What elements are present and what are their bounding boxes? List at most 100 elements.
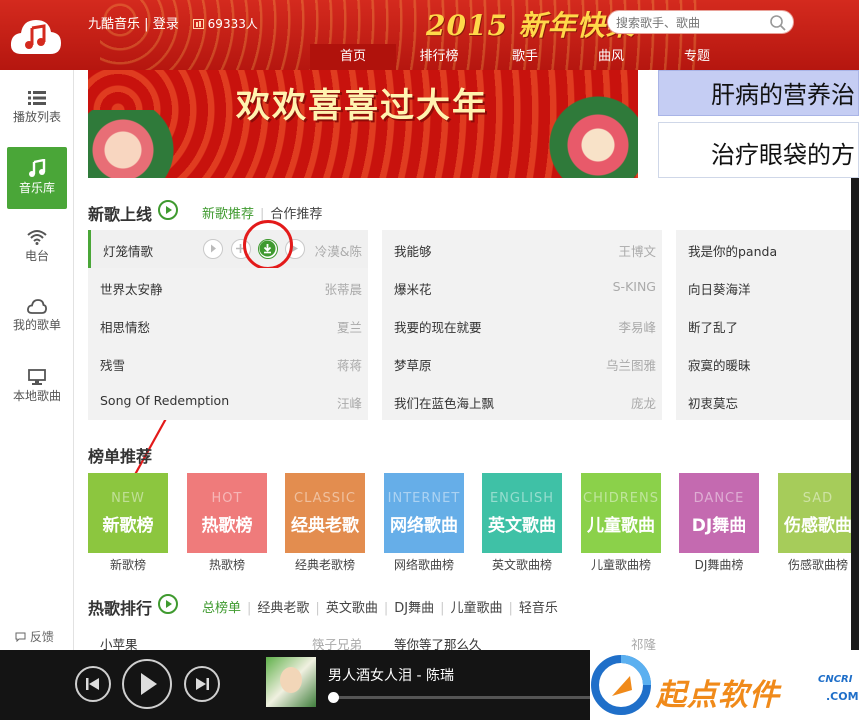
play-button[interactable] (122, 659, 172, 709)
song-row[interactable]: 我是你的panda (676, 230, 851, 268)
chart-tile-label[interactable]: 热歌榜 (182, 556, 272, 573)
song-name[interactable]: 我是你的panda (688, 241, 777, 260)
song-row[interactable]: 爆米花 S-KING (382, 268, 662, 306)
watermark-text: 起点软件 (656, 678, 780, 713)
song-artist[interactable]: 张蒂晨 (324, 279, 362, 298)
sidebar-item-music-library[interactable]: 音乐库 (7, 147, 67, 209)
nav-singers[interactable]: 歌手 (482, 44, 568, 70)
song-artist[interactable]: 乌兰图雅 (606, 355, 656, 374)
search-icon[interactable] (769, 14, 787, 32)
song-name[interactable]: 残雪 (100, 355, 125, 374)
song-artist[interactable]: 筷子兄弟 (312, 634, 362, 650)
song-row[interactable]: 断了乱了 (676, 306, 851, 344)
song-name[interactable]: 小苹果 (100, 634, 138, 650)
song-name[interactable]: 灯笼情歌 (103, 241, 153, 260)
song-name[interactable]: Song Of Redemption (100, 393, 229, 408)
chart-tile[interactable]: CLASSIC 经典老歌 (285, 473, 365, 553)
feedback-link[interactable]: 反馈 (15, 628, 54, 645)
play-all-icon[interactable] (158, 200, 178, 220)
song-name[interactable]: 相思情愁 (100, 317, 150, 336)
progress-handle[interactable] (328, 692, 339, 703)
nav-charts[interactable]: 排行榜 (396, 44, 482, 70)
song-artist[interactable]: 李易峰 (618, 317, 656, 336)
song-row[interactable]: 我要的现在就要 李易峰 (382, 306, 662, 344)
song-row[interactable]: 我们在蓝色海上飘 庞龙 (382, 382, 662, 420)
song-row[interactable]: 向日葵海洋 (676, 268, 851, 306)
nav-home[interactable]: 首页 (310, 44, 396, 70)
song-artist[interactable]: 祁隆 (631, 634, 656, 650)
play-song-icon[interactable] (203, 239, 223, 259)
login-link[interactable]: 登录 (153, 17, 179, 32)
song-row[interactable]: 我能够 王博文 (382, 230, 662, 268)
song-row[interactable]: 灯笼情歌 冷漠&陈 (88, 230, 368, 268)
chart-tile-label[interactable]: DJ舞曲榜 (674, 556, 764, 573)
song-row[interactable]: 梦草原 乌兰图雅 (382, 344, 662, 382)
ad-banner[interactable]: 肝病的营养治 (658, 70, 859, 116)
song-name[interactable]: 断了乱了 (688, 317, 738, 336)
song-artist[interactable]: 汪峰 (337, 393, 362, 412)
chart-tile[interactable]: NEW 新歌榜 (88, 473, 168, 553)
ad-banner[interactable]: 治疗眼袋的方 (658, 122, 859, 178)
chart-tile[interactable]: INTERNET 网络歌曲 (384, 473, 464, 553)
album-cover[interactable] (266, 657, 316, 707)
chart-tile-label[interactable]: 儿童歌曲榜 (576, 556, 666, 573)
app-logo-icon[interactable] (10, 14, 62, 58)
chart-tile-label[interactable]: 网络歌曲榜 (379, 556, 469, 573)
song-name[interactable]: 世界太安静 (100, 279, 163, 298)
search-box[interactable] (607, 10, 794, 34)
chart-tile-label[interactable]: 英文歌曲榜 (477, 556, 567, 573)
chart-tile-cn: 英文歌曲 (488, 516, 556, 536)
tab-overall[interactable]: 总榜单 (202, 601, 241, 616)
chart-tile[interactable]: CHIDRENS 儿童歌曲 (581, 473, 661, 553)
progress-bar[interactable] (328, 692, 592, 703)
nav-genres[interactable]: 曲风 (568, 44, 654, 70)
song-name[interactable]: 我能够 (394, 241, 432, 260)
chart-tile-label[interactable]: 经典老歌榜 (280, 556, 370, 573)
song-artist[interactable]: 冷漠&陈 (315, 241, 362, 260)
tab-english[interactable]: 英文歌曲 (326, 601, 378, 616)
play-all-icon[interactable] (158, 594, 178, 614)
chart-tile[interactable]: ENGLISH 英文歌曲 (482, 473, 562, 553)
song-row[interactable]: Song Of Redemption 汪峰 (88, 382, 368, 420)
song-name[interactable]: 寂寞的暖昧 (688, 355, 751, 374)
song-name[interactable]: 等你等了那么久 (394, 634, 482, 650)
song-name[interactable]: 初衷莫忘 (688, 393, 738, 412)
song-name[interactable]: 爆米花 (394, 279, 432, 298)
song-artist[interactable]: 王博文 (618, 241, 656, 260)
previous-button[interactable] (75, 666, 111, 702)
nav-topics[interactable]: 专题 (654, 44, 740, 70)
next-button[interactable] (184, 666, 220, 702)
song-name[interactable]: 梦草原 (394, 355, 432, 374)
tab-new-recommend[interactable]: 新歌推荐 (202, 207, 254, 222)
sidebar-item-radio[interactable]: 电台 (7, 217, 67, 279)
song-artist[interactable]: 庞龙 (631, 393, 656, 412)
sidebar-item-playlist[interactable]: 播放列表 (7, 78, 67, 140)
song-row[interactable]: 初衷莫忘 (676, 382, 851, 420)
hot-song-row[interactable]: 等你等了那么久 祁隆 (382, 634, 662, 650)
song-artist[interactable]: S-KING (613, 279, 656, 294)
tab-light-music[interactable]: 轻音乐 (519, 601, 558, 616)
chart-tile-label[interactable]: 新歌榜 (83, 556, 173, 573)
song-name[interactable]: 我要的现在就要 (394, 317, 482, 336)
hot-song-row[interactable]: 小苹果 筷子兄弟 (88, 634, 368, 650)
chart-tile[interactable]: SAD 伤感歌曲 (778, 473, 858, 553)
song-artist[interactable]: 蒋蒋 (337, 355, 362, 374)
song-row[interactable]: 残雪 蒋蒋 (88, 344, 368, 382)
song-name[interactable]: 向日葵海洋 (688, 279, 751, 298)
sidebar-item-my-playlists[interactable]: 我的歌单 (7, 287, 67, 349)
song-row[interactable]: 世界太安静 张蒂晨 (88, 268, 368, 306)
sidebar-item-local-songs[interactable]: 本地歌曲 (7, 357, 67, 419)
chart-tile[interactable]: DANCE DJ舞曲 (679, 473, 759, 553)
tab-dj[interactable]: DJ舞曲 (394, 601, 434, 616)
chart-tile[interactable]: HOT 热歌榜 (187, 473, 267, 553)
promo-banner[interactable]: 欢欢喜喜过大年 (88, 70, 638, 178)
search-input[interactable] (616, 14, 766, 32)
song-name[interactable]: 我们在蓝色海上飘 (394, 393, 494, 412)
tab-classic[interactable]: 经典老歌 (257, 601, 309, 616)
tab-children[interactable]: 儿童歌曲 (450, 601, 502, 616)
song-row[interactable]: 寂寞的暖昧 (676, 344, 851, 382)
chart-tile-label[interactable]: 伤感歌曲榜 (773, 556, 859, 573)
song-artist[interactable]: 夏兰 (337, 317, 362, 336)
tab-partner-recommend[interactable]: 合作推荐 (270, 207, 322, 222)
song-row[interactable]: 相思情愁 夏兰 (88, 306, 368, 344)
